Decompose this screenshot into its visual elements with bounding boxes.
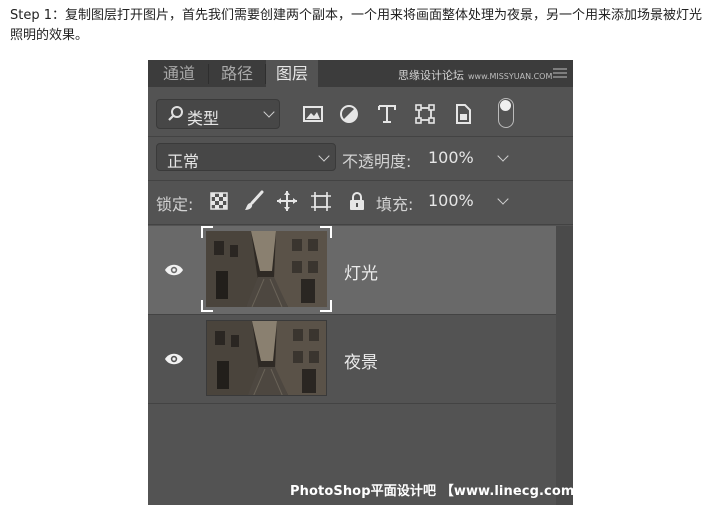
tab-paths[interactable]: 路径	[210, 60, 264, 87]
eye-icon[interactable]	[164, 352, 184, 366]
shape-filter-icon[interactable]	[414, 103, 436, 125]
tab-separator	[208, 64, 209, 84]
lock-image-pixels-icon[interactable]	[243, 190, 265, 212]
filter-type-select[interactable]: 类型	[156, 99, 280, 129]
smart-object-filter-icon[interactable]	[452, 103, 474, 125]
filter-type-label: 类型	[187, 109, 220, 128]
layer-thumbnail-night[interactable]	[201, 315, 332, 401]
site-watermark-name: 思缘设计论坛	[398, 69, 464, 82]
layers-panel: 通道 路径 图层 思缘设计论坛 www.MISSYUAN.COM 类型 正常 不…	[148, 60, 573, 505]
selection-corner	[201, 300, 213, 312]
layer-name-light[interactable]: 灯光	[344, 259, 378, 284]
layers-scrollbar[interactable]	[556, 226, 573, 505]
site-watermark-url: www.MISSYUAN.COM	[468, 72, 553, 81]
opacity-chevron-icon[interactable]	[497, 150, 509, 162]
fill-chevron-icon[interactable]	[497, 193, 509, 205]
lock-all-icon[interactable]	[346, 190, 368, 212]
layer-thumbnail-light[interactable]	[201, 226, 332, 312]
lock-artboard-icon[interactable]	[310, 190, 332, 212]
layer-name-night[interactable]: 夜景	[344, 348, 378, 373]
panel-tab-bar: 通道 路径 图层 思缘设计论坛 www.MISSYUAN.COM	[148, 60, 573, 87]
tab-layers[interactable]: 图层	[266, 60, 318, 87]
selection-corner	[320, 300, 332, 312]
layer-thumbnail-image	[206, 231, 327, 307]
step-instruction: Step 1：复制图层打开图片，首先我们需要创建两个副本，一个用来将画面整体处理…	[10, 8, 703, 43]
fill-label: 填充:	[376, 195, 414, 214]
panel-menu-icon[interactable]	[553, 68, 567, 78]
site-watermark: 思缘设计论坛 www.MISSYUAN.COM	[398, 67, 552, 83]
divider	[148, 136, 573, 137]
tab-channels[interactable]: 通道	[152, 60, 206, 87]
adjustment-filter-icon[interactable]	[338, 103, 360, 125]
chevron-down-icon	[263, 106, 275, 118]
eye-icon[interactable]	[164, 263, 184, 277]
layer-row-night[interactable]: 夜景	[148, 315, 556, 403]
blend-mode-select[interactable]: 正常	[156, 143, 336, 171]
fill-value[interactable]: 100%	[428, 191, 474, 210]
filter-toggle-icon[interactable]	[498, 98, 514, 128]
type-filter-icon[interactable]	[376, 103, 398, 125]
alley-photo	[206, 231, 327, 307]
image-filter-icon[interactable]	[302, 103, 324, 125]
selection-corner	[320, 226, 332, 238]
opacity-value[interactable]: 100%	[428, 148, 474, 167]
forum-watermark: PhotoShop平面设计吧 【www.linecg.com/tieba/178…	[290, 484, 573, 499]
lock-transparent-pixels-icon[interactable]	[208, 190, 230, 212]
divider	[148, 180, 573, 181]
divider	[148, 403, 556, 404]
blend-mode-value: 正常	[167, 152, 200, 171]
alley-photo	[207, 321, 326, 395]
chevron-down-icon	[318, 150, 330, 162]
selection-corner	[201, 226, 213, 238]
lock-position-icon[interactable]	[276, 190, 298, 212]
divider	[148, 224, 573, 225]
layer-row-light[interactable]: 灯光	[148, 226, 556, 314]
layer-thumbnail-image	[206, 320, 327, 396]
lock-label: 锁定:	[156, 195, 194, 214]
opacity-label: 不透明度:	[342, 152, 412, 171]
search-icon	[168, 106, 183, 121]
